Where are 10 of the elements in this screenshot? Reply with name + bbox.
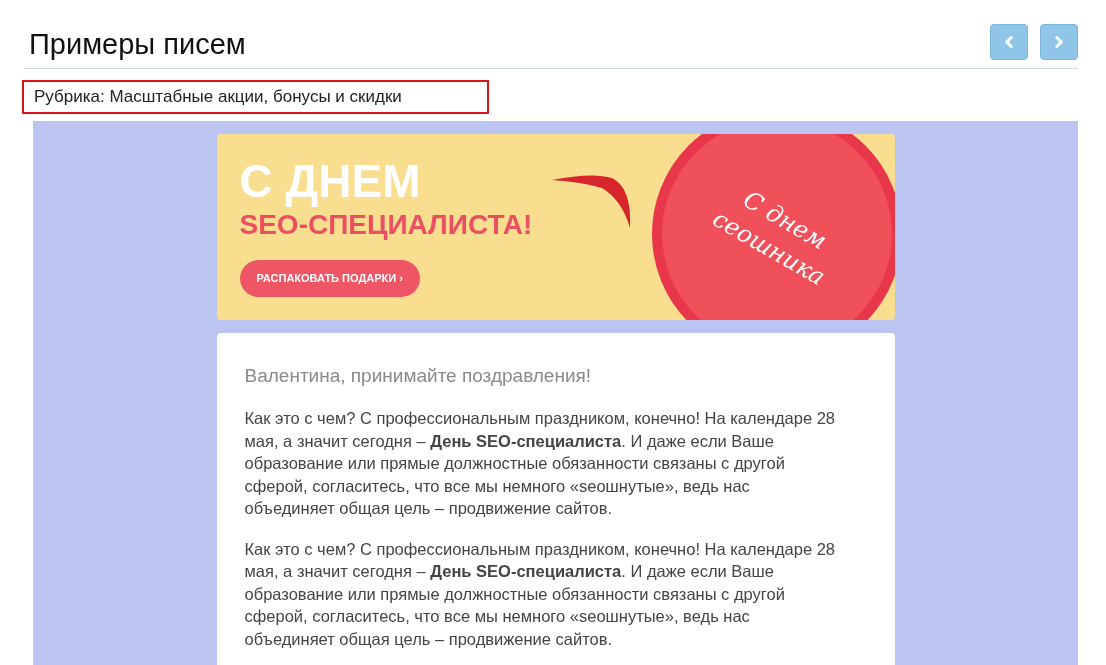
email-paragraph: Как это с чем? С профессиональным праздником, конечно! На календаре 28 мая, а значит сегодня – День SEO-специалиста. И даже если Ваше образование или прямые должностные обязанности связаны с другой сферой, согласитесь, что все мы немного «seoшнутые», ведь нас объединяет общая цель – продвижение сайтов. [244, 408, 836, 519]
previous-button[interactable] [990, 24, 1028, 60]
category-label: Рубрика: Масштабные акции, бонусы и скидки [22, 80, 489, 114]
next-button[interactable] [1040, 24, 1078, 60]
email-paragraph: Как это с чем? С профессиональным праздником, конечно! На календаре 28 мая, а значит сегодня – День SEO-специалиста. И даже если Ваше образование или прямые должностные обязанности связаны с другой сферой, согласитесь, что все мы немного «seoшнутые», ведь нас объединяет общая цель – продвижение сайтов. [244, 538, 836, 650]
greeting-heading: Валентина, принимайте поздравления! [244, 364, 593, 388]
page-title: Примеры писем [29, 27, 246, 62]
unpack-gifts-button[interactable]: РАСПАКОВАТЬ ПОДАРКИ › [239, 260, 420, 297]
banner-headline: С ДНЕМ [239, 156, 422, 206]
banner-subheadline: SEO-СПЕЦИАЛИСТА! [239, 208, 533, 242]
